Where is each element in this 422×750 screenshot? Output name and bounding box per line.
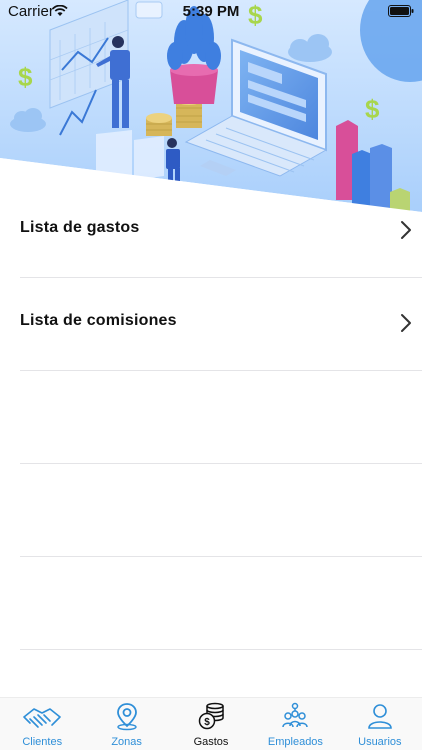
list-item-label: Lista de comisiones [20,312,177,329]
svg-text:$: $ [204,717,210,728]
hero-illustration: $ $ $ [0,0,422,215]
svg-text:$: $ [18,62,33,92]
status-bar: Carrier 5:39 PM [0,0,422,24]
finance-illustration: $ $ $ [0,0,422,215]
list-item-lista-de-gastos[interactable]: Lista de gastos [20,185,422,278]
user-icon [365,701,395,736]
tab-label: Zonas [111,736,142,748]
location-pin-icon [112,701,142,736]
tab-label: Clientes [22,736,63,748]
empty-row [20,464,422,557]
tab-label: Gastos [193,736,229,748]
tab-gastos[interactable]: $ Gastos [169,698,253,750]
status-time: 5:39 PM [182,3,240,20]
empty-row [20,371,422,464]
people-icon [280,701,310,736]
tab-zonas[interactable]: Zonas [84,698,168,750]
tab-label: Usuarios [358,736,402,748]
handshake-icon [22,701,62,736]
coins-icon: $ [196,701,226,736]
list-item-label: Lista de gastos [20,219,140,236]
tab-bar: Clientes Zonas $ Gastos Empleados Usuari… [0,697,422,750]
battery-icon [388,4,414,21]
tab-clientes[interactable]: Clientes [0,698,84,750]
tab-usuarios[interactable]: Usuarios [338,698,422,750]
empty-row [20,557,422,650]
chevron-right-icon [400,313,412,338]
tab-empleados[interactable]: Empleados [253,698,337,750]
tab-label: Empleados [267,736,323,748]
chevron-right-icon [400,220,412,245]
svg-text:$: $ [365,94,380,124]
gastos-menu-list: Lista de gastos Lista de comisiones [0,185,422,371]
empty-table-rows [0,371,422,650]
list-item-lista-de-comisiones[interactable]: Lista de comisiones [20,278,422,371]
